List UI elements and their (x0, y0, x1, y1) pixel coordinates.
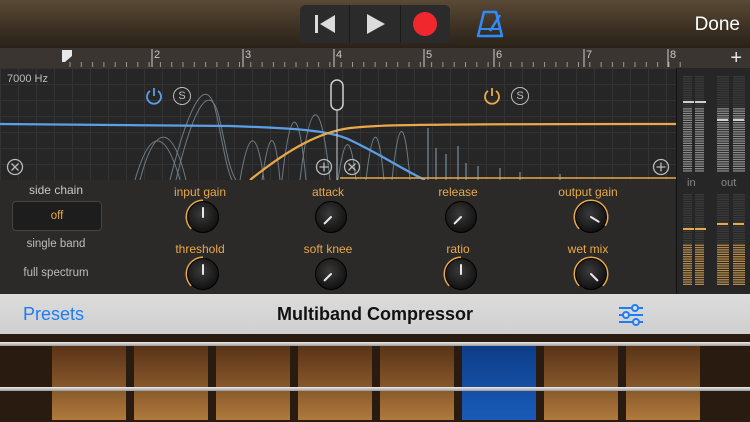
rewind-icon (314, 15, 335, 33)
low-band-power-icon[interactable] (144, 86, 164, 106)
knob-pointer (589, 272, 599, 282)
ruler-mark-4: 4 (336, 49, 343, 61)
string (0, 387, 750, 391)
play-button[interactable] (350, 5, 401, 43)
knob-body (187, 201, 219, 233)
knob-body (575, 201, 607, 233)
remove-band-icon[interactable] (6, 158, 24, 176)
fret-pad (216, 346, 290, 420)
attack-knob[interactable] (313, 199, 349, 235)
ruler-mark-3: 3 (245, 49, 252, 61)
fret-pad (52, 346, 126, 420)
side-chain-option-full-spectrum[interactable]: full spectrum (12, 259, 100, 287)
fret-pad (380, 346, 454, 420)
fret-pad (544, 346, 618, 420)
ruler-mark-5: 5 (426, 49, 433, 61)
level-meters: in out (676, 68, 750, 294)
ruler-mark-6: 6 (496, 49, 503, 61)
sliders-icon[interactable] (617, 303, 645, 327)
release-label: release (438, 185, 478, 199)
add-icon[interactable]: + (730, 47, 742, 70)
knob-body (575, 258, 607, 290)
wet-mix-knob[interactable] (573, 256, 609, 292)
high-band-solo-button[interactable]: S (511, 87, 529, 105)
ruler-mark-8: 8 (670, 49, 677, 61)
meter-in-label: in (687, 177, 696, 189)
knob-pointer (202, 264, 204, 275)
input-gain-knob[interactable] (185, 199, 221, 235)
play-icon (366, 14, 385, 34)
record-button[interactable] (401, 5, 450, 43)
spectrum-display (0, 79, 676, 180)
fret-pad-active (462, 346, 536, 420)
knob-body (315, 201, 347, 233)
timeline-ruler[interactable]: 2 3 4 5 6 7 8 (0, 48, 750, 69)
knob-body (315, 258, 347, 290)
knob-pointer (323, 215, 333, 225)
high-band-power-icon[interactable] (482, 86, 502, 106)
side-chain-title: side chain (28, 183, 84, 197)
knob-body (187, 258, 219, 290)
top-toolbar: Done (0, 0, 750, 48)
attack-label: attack (311, 185, 344, 199)
rewind-button[interactable] (300, 5, 351, 43)
threshold-knob[interactable] (185, 256, 221, 292)
plugin-title-bar: Presets Multiband Compressor (0, 294, 750, 334)
frequency-graph[interactable]: 7000 Hz S S (0, 68, 676, 180)
transport-controls (300, 5, 450, 43)
knob-pointer (589, 215, 601, 224)
knob-pointer (453, 215, 463, 225)
fret-pad (298, 346, 372, 420)
done-button[interactable]: Done (695, 14, 740, 36)
knob-body (445, 201, 477, 233)
record-icon (413, 12, 438, 36)
output-gain-label: output gain (558, 185, 618, 199)
output-gain-knob[interactable] (573, 199, 609, 235)
fret-pad (626, 346, 700, 420)
fret-pad (134, 346, 208, 420)
side-chain-option-off[interactable]: off (12, 201, 102, 231)
soft-knee-knob[interactable] (313, 256, 349, 292)
instrument-background (0, 334, 750, 422)
input-gain-label: input gain (173, 185, 227, 199)
side-chain-option-single-band[interactable]: single band (12, 230, 100, 258)
knob-pointer (323, 272, 333, 282)
wet-mix-label: wet mix (567, 242, 609, 256)
ratio-label: ratio (446, 242, 470, 256)
knob-pointer (460, 264, 462, 275)
ruler-ticks (62, 49, 681, 67)
ruler-mark-2: 2 (154, 49, 161, 61)
knob-pointer (202, 207, 204, 218)
threshold-label: threshold (175, 242, 225, 256)
string (0, 342, 750, 346)
low-band-solo-button[interactable]: S (173, 87, 191, 105)
knob-body (445, 258, 477, 290)
release-knob[interactable] (443, 199, 479, 235)
ratio-knob[interactable] (443, 256, 479, 292)
metronome-icon[interactable] (476, 9, 504, 39)
compressor-controls: side chain off single band full spectrum… (0, 180, 676, 294)
remove-band-icon[interactable] (343, 158, 361, 176)
soft-knee-label: soft knee (303, 242, 353, 256)
ruler-mark-7: 7 (586, 49, 593, 61)
meter-out-label: out (721, 177, 737, 189)
add-band-icon[interactable] (652, 158, 670, 176)
add-band-icon[interactable] (315, 158, 333, 176)
